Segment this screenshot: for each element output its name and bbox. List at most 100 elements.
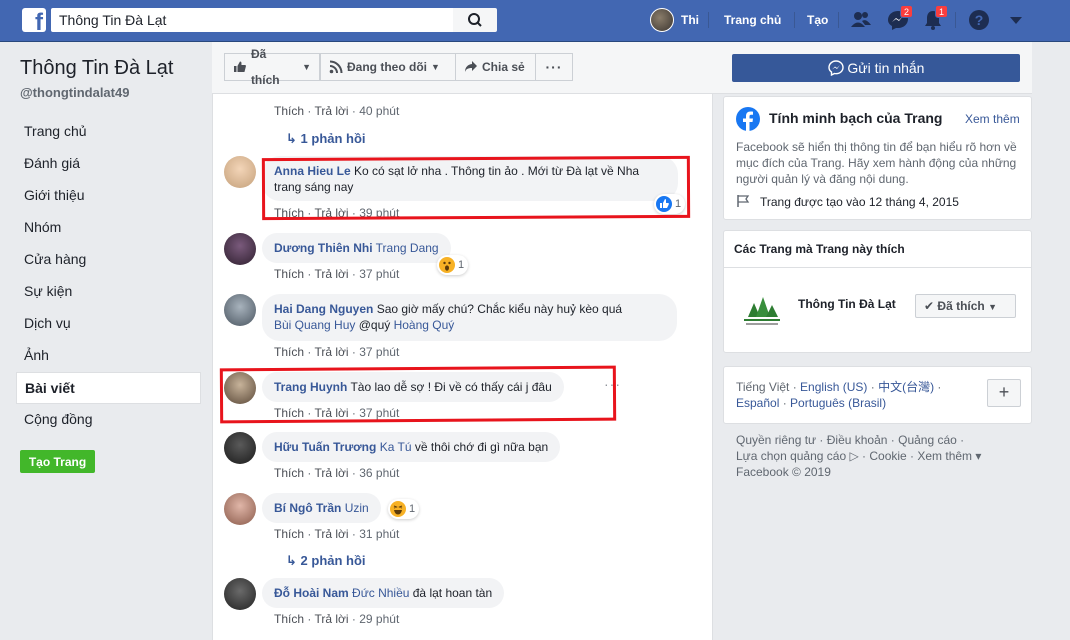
view-replies-link[interactable]: ↳ 1 phản hồi — [286, 131, 366, 147]
comment-time[interactable]: 37 phút — [359, 406, 399, 420]
comment-time[interactable]: 31 phút — [359, 527, 399, 541]
sidebar-item-services[interactable]: Dịch vụ — [16, 308, 201, 340]
avatar[interactable] — [224, 493, 256, 525]
page-username[interactable]: @thongtindalat49 — [20, 85, 129, 100]
like-link[interactable]: Thích — [274, 104, 304, 118]
send-message-button[interactable]: Gửi tin nhắn — [732, 54, 1020, 82]
comment-time[interactable]: 37 phút — [359, 267, 399, 281]
sidebar-item-events[interactable]: Sự kiện — [16, 276, 201, 308]
search-input[interactable]: Thông Tin Đà Lạt — [51, 8, 453, 32]
profile-name[interactable]: Thi — [681, 13, 699, 27]
avatar[interactable] — [224, 432, 256, 464]
comment-actions: Thích · Trả lời · 29 phút — [274, 612, 400, 626]
comment-author[interactable]: Hữu Tuấn Trương — [274, 440, 376, 454]
like-link[interactable]: Thích — [274, 612, 304, 626]
facebook-logo-icon[interactable]: f — [22, 8, 46, 35]
like-link[interactable]: Thích — [274, 267, 304, 281]
more-options-button[interactable]: ··· — [535, 53, 573, 81]
comment-time[interactable]: 40 phút — [359, 104, 399, 118]
comment-text: về thôi chớ đi gì nữa bạn — [411, 440, 549, 454]
reply-arrow-icon: ↳ — [286, 553, 297, 568]
friend-requests-icon[interactable] — [850, 9, 872, 31]
like-link[interactable]: Thích — [274, 345, 304, 359]
comment-bubble: Dương Thiên Nhi Trang Dang — [262, 233, 451, 263]
reaction-count[interactable]: 1 — [654, 194, 686, 214]
view-replies-link[interactable]: ↳ 2 phản hồi — [286, 553, 366, 569]
comment-text: Tào lao dễ sợ ! Đi về có thấy cái j đâu — [347, 380, 552, 394]
comment-time[interactable]: 37 phút — [359, 345, 399, 359]
comment-mention[interactable]: Trang Dang — [376, 241, 439, 255]
sidebar-item-reviews[interactable]: Đánh giá — [16, 148, 201, 180]
comment-author[interactable]: Hai Dang Nguyen — [274, 302, 373, 316]
comment-mention[interactable]: Ka Tú — [380, 440, 412, 454]
comment-text: đà lạt hoan tàn — [409, 586, 493, 600]
sidebar-item-about[interactable]: Giới thiệu — [16, 180, 201, 212]
avatar[interactable] — [224, 294, 256, 326]
sidebar-item-home[interactable]: Trang chủ — [16, 116, 201, 148]
reaction-count[interactable]: 1 — [437, 255, 469, 275]
comment-mention[interactable]: Đức Nhiều — [352, 586, 409, 600]
reply-link[interactable]: Trả lời — [314, 527, 348, 541]
page-title[interactable]: Thông Tin Đà Lạt — [20, 57, 173, 80]
comment-author[interactable]: Trang Huynh — [274, 380, 347, 394]
comment-mention[interactable]: Hoàng Quý — [394, 318, 455, 332]
language-link[interactable]: English (US) — [800, 380, 867, 394]
share-button[interactable]: Chia sẻ — [455, 53, 536, 81]
divider — [838, 12, 839, 28]
avatar[interactable] — [224, 372, 256, 404]
sidebar-item-community[interactable]: Cộng đồng — [16, 404, 201, 436]
comment-actions: Thích · Trả lời · 37 phút — [274, 267, 400, 281]
reply-link[interactable]: Trả lời — [314, 206, 348, 220]
search-button[interactable] — [453, 8, 497, 32]
create-page-button[interactable]: Tạo Trang — [20, 450, 95, 473]
reply-link[interactable]: Trả lời — [314, 612, 348, 626]
like-link[interactable]: Thích — [274, 206, 304, 220]
account-menu-chevron-icon[interactable] — [1005, 9, 1027, 31]
footer-links[interactable]: Lựa chọn quảng cáo ▷ · Cookie · Xem thêm… — [736, 448, 981, 464]
profile-link[interactable] — [650, 7, 674, 33]
like-link[interactable]: Thích — [274, 466, 304, 480]
liked-page-button[interactable]: ✔ Đã thích ▼ — [915, 294, 1016, 318]
sidebar-item-shop[interactable]: Cửa hàng — [16, 244, 201, 276]
haha-reaction-icon — [390, 501, 406, 517]
footer-links[interactable]: Quyền riêng tư · Điều khoản · Quảng cáo … — [736, 432, 964, 448]
comment-author[interactable]: Đỗ Hoài Nam — [274, 586, 349, 600]
divider — [708, 12, 709, 28]
language-list: Tiếng Việt · English (US) · 中文(台灣) · Esp… — [736, 380, 942, 410]
reply-link[interactable]: Trả lời — [314, 406, 348, 420]
reply-link[interactable]: Trả lời — [314, 345, 348, 359]
home-link[interactable]: Trang chủ — [724, 13, 781, 27]
reply-link[interactable]: Trả lời — [314, 466, 348, 480]
comment-options-icon[interactable]: ··· — [604, 376, 621, 392]
avatar[interactable] — [224, 233, 256, 265]
liked-button[interactable]: Đã thích ▼ — [224, 47, 320, 87]
reply-link[interactable]: Trả lời — [314, 104, 348, 118]
help-icon[interactable]: ? — [968, 9, 990, 31]
sidebar-item-groups[interactable]: Nhóm — [16, 212, 201, 244]
comment-mention[interactable]: Bùi Quang Huy — [274, 318, 355, 332]
language-link[interactable]: 中文(台灣) — [878, 380, 934, 394]
sidebar-item-photos[interactable]: Ảnh — [16, 340, 201, 372]
liked-page-name[interactable]: Thông Tin Đà Lạt — [798, 297, 896, 311]
see-more-link[interactable]: Xem thêm — [965, 111, 1020, 127]
sidebar-item-posts[interactable]: Bài viết — [16, 372, 201, 404]
like-link[interactable]: Thích — [274, 406, 304, 420]
add-language-button[interactable]: + — [987, 379, 1021, 407]
reply-link[interactable]: Trả lời — [314, 267, 348, 281]
create-link[interactable]: Tạo — [807, 13, 828, 27]
language-link[interactable]: Português (Brasil) — [790, 396, 886, 410]
avatar[interactable] — [224, 156, 256, 188]
comment-author[interactable]: Dương Thiên Nhi — [274, 241, 373, 255]
comment-time[interactable]: 36 phút — [359, 466, 399, 480]
comment-mention[interactable]: Uzin — [345, 501, 369, 515]
avatar[interactable] — [224, 578, 256, 610]
comment-author[interactable]: Anna Hieu Le — [274, 164, 351, 178]
comment-author[interactable]: Bí Ngô Trần — [274, 501, 341, 515]
comment-time[interactable]: 29 phút — [359, 612, 399, 626]
reaction-count[interactable]: 1 — [388, 499, 420, 519]
like-link[interactable]: Thích — [274, 527, 304, 541]
language-link[interactable]: Español — [736, 396, 779, 410]
following-button[interactable]: Đang theo dõi ▼ — [320, 53, 456, 81]
page-thumbnail[interactable] — [736, 283, 786, 327]
comment-time[interactable]: 39 phút — [359, 206, 399, 220]
